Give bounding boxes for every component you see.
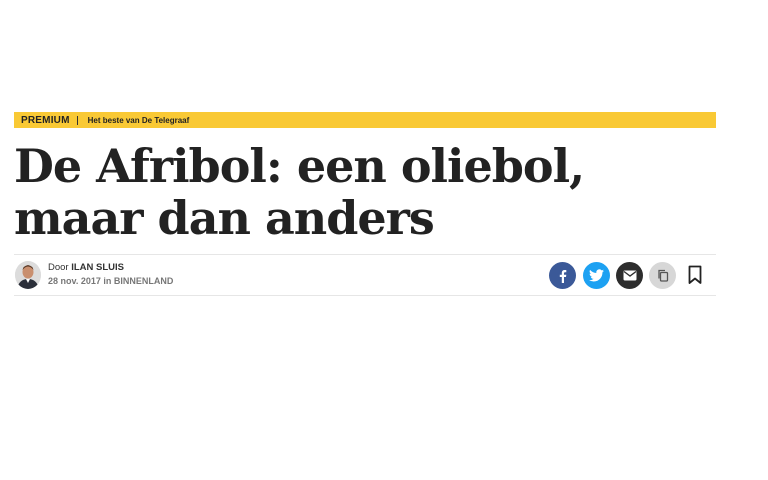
byline-prefix: Door [48,262,69,273]
bookmark-icon [688,265,702,284]
byline-divider-top [14,254,716,255]
copy-link-button[interactable] [649,262,676,289]
share-email-button[interactable] [616,262,643,289]
article-meta: 28 nov. 2017 in BINNENLAND [48,276,174,286]
byline-divider-bottom [14,295,716,296]
email-icon [623,270,636,281]
share-twitter-button[interactable] [583,262,610,289]
author-name[interactable]: ILAN SLUIS [71,262,124,273]
premium-label: PREMIUM [21,114,70,126]
premium-banner: PREMIUM Het beste van De Telegraaf [14,112,716,128]
bookmark-button[interactable] [686,265,704,285]
byline: Door ILAN SLUIS [48,262,124,273]
twitter-icon [589,269,604,282]
premium-subtitle: Het beste van De Telegraaf [87,115,190,125]
article-headline: De Afribol: een oliebol, maar dan anders [14,139,585,245]
avatar-image [15,261,41,289]
author-avatar[interactable] [15,261,41,289]
facebook-icon [559,269,566,283]
premium-separator [76,115,78,125]
copy-icon [657,269,668,282]
share-facebook-button[interactable] [549,262,576,289]
